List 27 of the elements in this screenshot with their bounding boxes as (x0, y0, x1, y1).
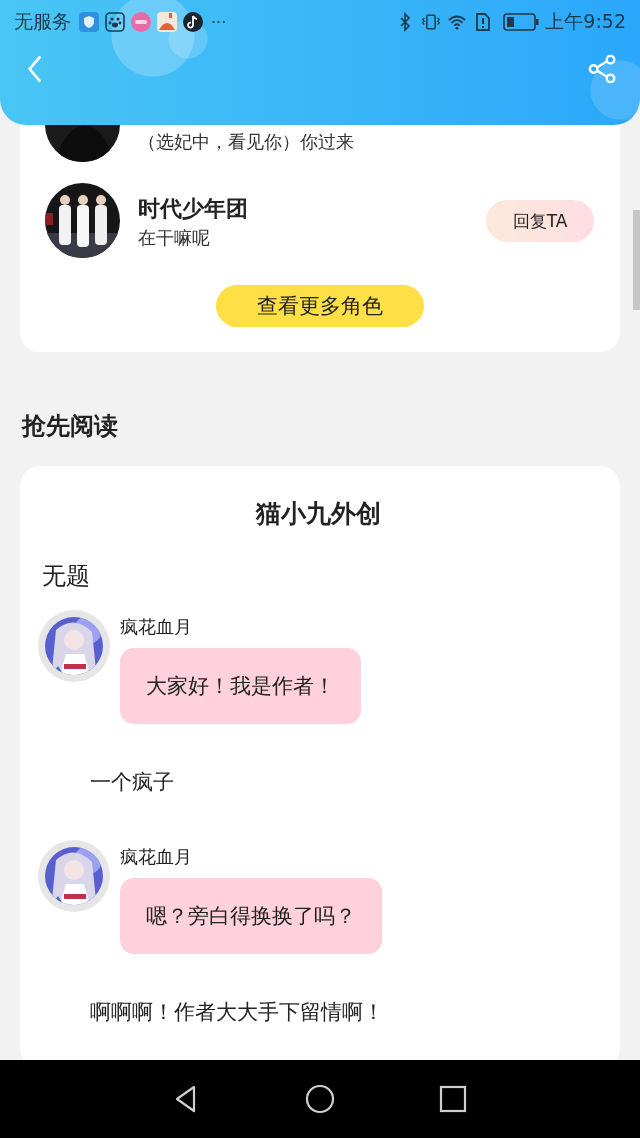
chapter-title: 无题 (42, 561, 90, 592)
story-title: 猫小九外创 (255, 498, 381, 530)
role-name: 时代少年团 (138, 195, 248, 223)
narration-text: 一个疯子 (90, 769, 174, 796)
reply-button[interactable]: 回复TA (486, 200, 594, 242)
music-note-icon (183, 12, 203, 32)
role-message: 在干嘛呢 (138, 226, 210, 250)
narration-text: 啊啊啊！作者大大手下留情啊！ (90, 999, 384, 1026)
share-icon[interactable] (588, 54, 618, 84)
section-title: 抢先阅读 (22, 411, 118, 442)
app-icon (131, 12, 151, 32)
role-message: （选妃中，看见你）你过来 (138, 130, 354, 154)
more-notifications-text: ··· (211, 12, 227, 32)
speaker-name: 疯花血月 (120, 845, 192, 869)
message-bubble: 大家好！我是作者！ (120, 648, 361, 724)
app-icon (157, 12, 177, 32)
vibrate-icon (421, 12, 442, 32)
home-icon[interactable] (305, 1084, 335, 1114)
paw-icon (105, 12, 125, 32)
carrier-text: 无服务 (14, 9, 71, 34)
message-bubble: 嗯？旁白得换换了吗？ (120, 878, 382, 954)
recents-icon[interactable] (438, 1084, 469, 1114)
clock-text: 上午9:52 (545, 9, 626, 34)
more-roles-button[interactable]: 查看更多角色 (215, 285, 424, 327)
speaker-name: 疯花血月 (120, 615, 192, 639)
battery-icon (503, 13, 540, 31)
shield-icon (79, 12, 99, 32)
